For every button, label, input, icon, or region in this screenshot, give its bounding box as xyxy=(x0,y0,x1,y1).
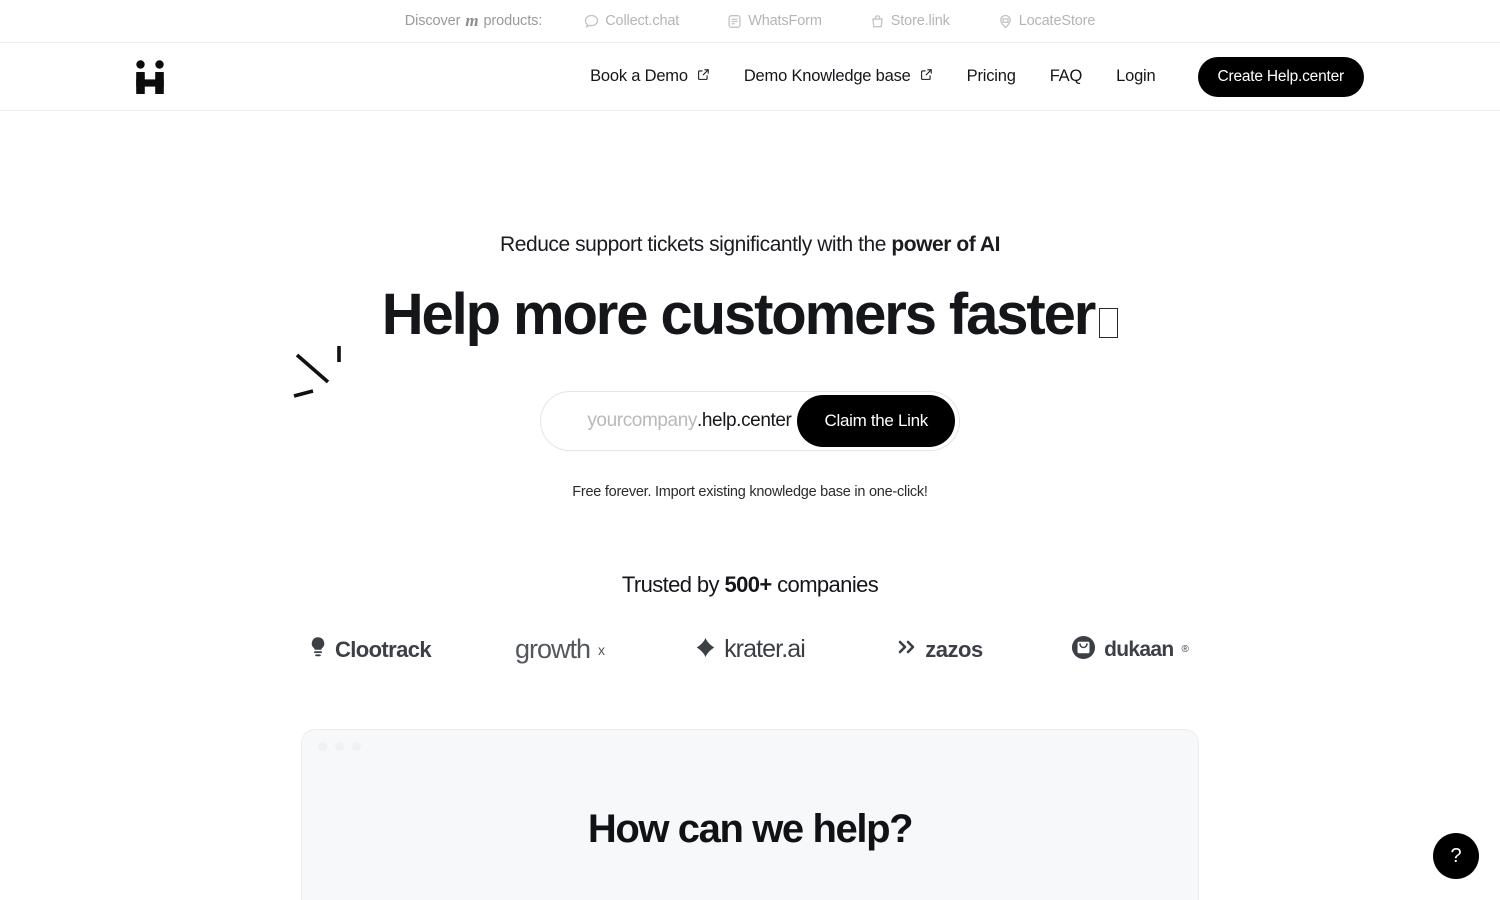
product-topbar: Discover m products: Collect.chat WhatsF… xyxy=(0,0,1500,43)
registered-mark: ® xyxy=(1181,644,1189,656)
claim-link-form: .help.center Claim the Link xyxy=(540,391,960,452)
preview-heading: How can we help? xyxy=(587,807,914,852)
shopping-bag-icon xyxy=(870,14,885,29)
help-fab-button[interactable]: ? xyxy=(1433,833,1479,879)
window-controls xyxy=(318,742,361,752)
nav-links-group: Book a Demo Demo Knowledge base Pricing … xyxy=(590,56,1460,97)
product-link-label: Store.link xyxy=(890,13,950,29)
product-link-whatsform[interactable]: WhatsForm xyxy=(727,13,822,29)
nav-link-demo-knowledge-base[interactable]: Demo Knowledge base xyxy=(744,67,933,86)
double-chevron-icon xyxy=(897,638,917,661)
external-link-icon xyxy=(697,67,710,86)
discover-suffix-text: products: xyxy=(483,13,543,29)
customer-logo-krater-ai[interactable]: krater.ai xyxy=(655,635,845,664)
shopping-bag-circle-icon xyxy=(1071,635,1096,665)
external-link-icon xyxy=(920,67,933,86)
window-dot-minimize xyxy=(335,742,344,752)
create-helpcenter-button[interactable]: Create Help.center xyxy=(1197,56,1364,97)
window-dot-maximize xyxy=(352,742,361,752)
product-link-label: LocateStore xyxy=(1018,13,1096,29)
product-topbar-inner: Discover m products: Collect.chat WhatsF… xyxy=(404,10,1096,30)
window-dot-close xyxy=(318,742,327,752)
customer-logo-label: growth xyxy=(514,634,591,665)
customer-logo-zazos[interactable]: zazos xyxy=(845,637,1035,663)
customer-logo-growthx[interactable]: growth x xyxy=(465,634,655,665)
customer-logo-label: Clootrack xyxy=(334,636,432,662)
trusted-count: 500+ xyxy=(724,572,772,598)
nav-link-label: Login xyxy=(1116,67,1156,85)
trusted-suffix: companies xyxy=(771,572,879,598)
discover-prefix-text: Discover xyxy=(404,13,461,29)
hero-eyebrow-plain: Reduce support tickets significantly wit… xyxy=(500,233,892,256)
subdomain-input[interactable] xyxy=(561,410,697,433)
nav-link-book-a-demo[interactable]: Book a Demo xyxy=(590,67,710,86)
nav-link-label: Book a Demo xyxy=(590,67,688,85)
hero-section: Reduce support tickets significantly wit… xyxy=(0,111,1500,900)
customer-logo-label: krater.ai xyxy=(724,635,806,664)
product-link-label: Collect.chat xyxy=(605,13,680,29)
hero-note: Free forever. Import existing knowledge … xyxy=(572,484,928,501)
claim-the-link-button[interactable]: Claim the Link xyxy=(797,395,955,448)
nav-link-login[interactable]: Login xyxy=(1116,67,1156,86)
main-navigation: Book a Demo Demo Knowledge base Pricing … xyxy=(0,43,1500,111)
nav-link-label: Pricing xyxy=(966,67,1016,85)
customer-logo-dukaan[interactable]: dukaan ® xyxy=(1035,635,1225,665)
chat-bubble-icon xyxy=(584,14,599,29)
hero-headline-text: Help more customers faster xyxy=(381,282,1097,347)
product-link-store-link[interactable]: Store.link xyxy=(870,13,950,29)
page-title: Help more customers faster xyxy=(0,284,1500,345)
trusted-prefix: Trusted by xyxy=(621,572,725,598)
hero-eyebrow-bold: power of AI xyxy=(891,233,1000,256)
growthx-superscript: x xyxy=(598,641,606,658)
customer-logo-label: zazos xyxy=(925,636,983,662)
helpcenter-logo[interactable] xyxy=(133,59,167,95)
customer-logo-clootrack[interactable]: Clootrack xyxy=(275,636,465,663)
customer-logo-label: dukaan xyxy=(1104,637,1174,661)
knowledge-base-preview-card: How can we help? xyxy=(301,729,1199,900)
discover-products-label: Discover m products: xyxy=(404,10,543,30)
domain-suffix-label: .help.center xyxy=(696,410,792,432)
hero-eyebrow: Reduce support tickets significantly wit… xyxy=(0,234,1500,255)
parent-brand-mark: m xyxy=(465,10,479,30)
form-icon xyxy=(727,14,742,29)
trusted-by-heading: Trusted by 500+ companies xyxy=(0,572,1500,598)
nav-link-pricing[interactable]: Pricing xyxy=(967,67,1016,86)
missing-emoji-glyph xyxy=(1099,308,1119,338)
nav-link-label: Demo Knowledge base xyxy=(743,67,911,85)
product-link-collect-chat[interactable]: Collect.chat xyxy=(584,13,679,29)
diamond-icon xyxy=(695,637,716,663)
nav-link-label: FAQ xyxy=(1049,67,1083,85)
map-pin-store-icon xyxy=(998,14,1013,29)
nav-link-faq[interactable]: FAQ xyxy=(1049,67,1083,86)
product-link-locatestore[interactable]: LocateStore xyxy=(998,13,1096,29)
customer-logos-row: Clootrack growth x krater.ai zazos dukaa… xyxy=(0,634,1500,665)
claim-field-group: .help.center xyxy=(561,410,797,433)
lightbulb-icon xyxy=(309,636,327,663)
product-link-label: WhatsForm xyxy=(748,13,822,29)
decorative-strokes xyxy=(288,342,348,408)
question-mark-icon: ? xyxy=(1450,845,1462,867)
